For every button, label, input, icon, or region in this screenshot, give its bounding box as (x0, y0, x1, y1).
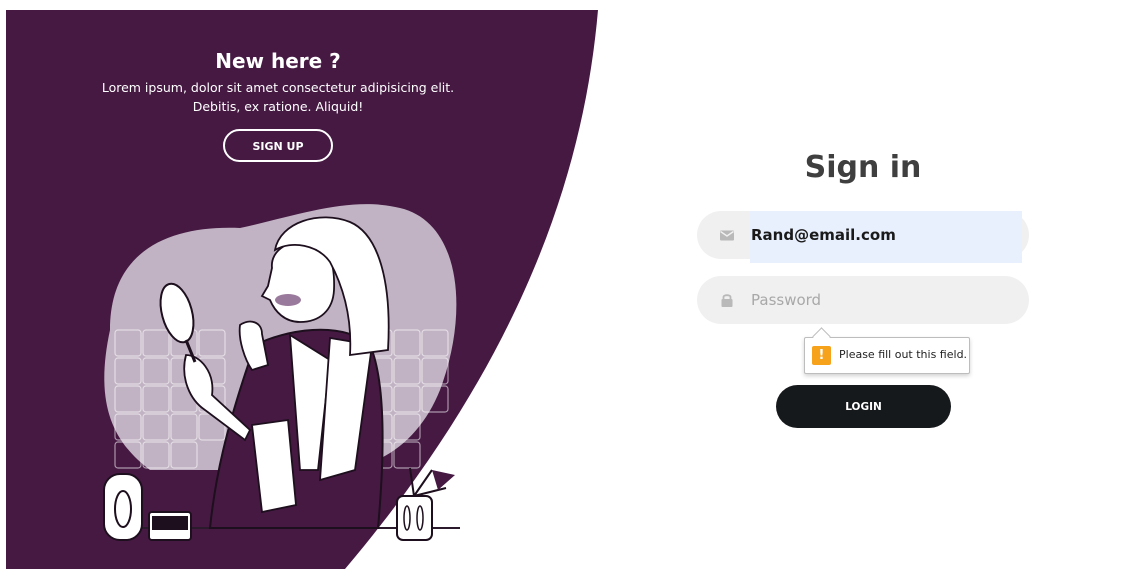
panel-text-line-1: Lorem ipsum, dolor sit amet consectetur … (101, 80, 455, 95)
woman-with-mirror-illustration (103, 204, 460, 541)
panel-title: New here ? (215, 49, 341, 73)
tooltip-text: Please fill out this field. (839, 348, 968, 361)
password-input[interactable] (751, 276, 1011, 324)
login-button[interactable]: LOGIN (776, 385, 951, 428)
left-panel: New here ? Lorem ipsum, dolor sit amet c… (60, 44, 496, 162)
email-field (697, 211, 1029, 263)
sign-in-title: Sign in (804, 150, 922, 185)
panel-text-line-2: Debitis, ex ratione. Aliquid! (192, 99, 364, 114)
email-input[interactable] (751, 211, 1011, 259)
lock-icon (721, 294, 733, 307)
envelope-icon (720, 230, 734, 241)
password-field (697, 276, 1029, 324)
warning-icon: ! (812, 346, 831, 365)
validation-tooltip: ! Please fill out this field. (804, 327, 970, 374)
sign-up-button[interactable]: SIGN UP (223, 129, 333, 162)
login-page: New here ? Lorem ipsum, dolor sit amet c… (0, 0, 1141, 569)
